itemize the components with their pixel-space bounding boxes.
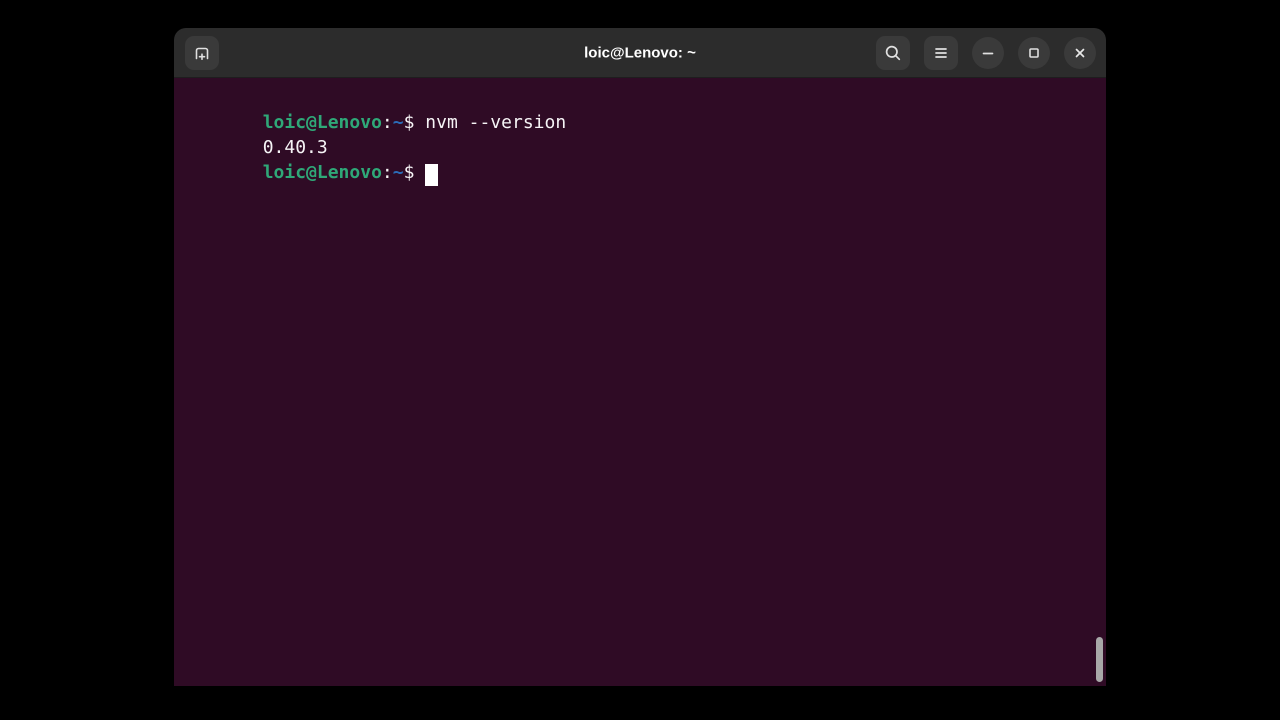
search-icon xyxy=(883,43,903,63)
scrollbar-thumb[interactable] xyxy=(1096,637,1103,682)
close-icon xyxy=(1071,44,1089,62)
terminal-content[interactable]: loic@Lenovo:~$ nvm --version 0.40.3 loic… xyxy=(174,78,1106,686)
minimize-button[interactable] xyxy=(972,37,1004,69)
prompt-path: ~ xyxy=(393,162,404,183)
maximize-icon xyxy=(1025,44,1043,62)
prompt-colon: : xyxy=(382,112,393,133)
titlebar-controls xyxy=(862,36,1096,70)
prompt-path: ~ xyxy=(393,112,404,133)
desktop-background: loic@Lenovo: ~ xyxy=(0,0,1280,720)
maximize-button[interactable] xyxy=(1018,37,1050,69)
terminal-window: loic@Lenovo: ~ xyxy=(174,28,1106,686)
search-button[interactable] xyxy=(876,36,910,70)
output-text: 0.40.3 xyxy=(263,137,328,158)
terminal-line-command: loic@Lenovo:~$ nvm --version xyxy=(176,85,1106,110)
new-tab-icon xyxy=(192,43,212,63)
prompt-colon: : xyxy=(382,162,393,183)
command-text: nvm --version xyxy=(414,112,566,133)
hamburger-menu-icon xyxy=(931,43,951,63)
terminal-cursor xyxy=(425,164,438,186)
menu-button[interactable] xyxy=(924,36,958,70)
prompt-symbol: $ xyxy=(404,162,415,183)
window-title: loic@Lenovo: ~ xyxy=(584,44,696,61)
minimize-icon xyxy=(979,44,997,62)
titlebar[interactable]: loic@Lenovo: ~ xyxy=(174,28,1106,78)
prompt-user-host: loic@Lenovo xyxy=(263,162,382,183)
new-tab-button[interactable] xyxy=(185,36,219,70)
prompt-user-host: loic@Lenovo xyxy=(263,112,382,133)
close-button[interactable] xyxy=(1064,37,1096,69)
prompt-symbol: $ xyxy=(404,112,415,133)
